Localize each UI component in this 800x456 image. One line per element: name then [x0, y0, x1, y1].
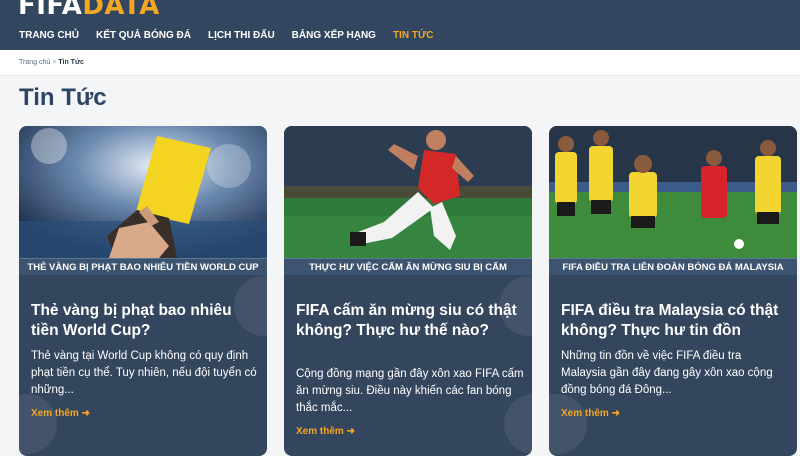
card-title[interactable]: Thẻ vàng bị phạt bao nhiêu tiền World Cu… [31, 301, 259, 341]
card-image-malaysia-match[interactable] [549, 126, 797, 258]
nav-item-home[interactable]: TRANG CHỦ [19, 30, 79, 41]
card-caption: THỰC HƯ VIỆC CẤM ĂN MỪNG SIU BỊ CẤM [284, 258, 532, 275]
breadcrumb-bar: Trang chủ > Tin Tức [0, 50, 800, 76]
page-title: Tin Tức [19, 84, 107, 111]
card-excerpt: Cộng đồng mạng gần đây xôn xao FIFA cấm … [296, 368, 524, 414]
nav-item-results[interactable]: KẾT QUẢ BÓNG ĐÁ [96, 30, 191, 41]
card-image-yellow-card[interactable] [19, 126, 267, 258]
card-caption: THẺ VÀNG BỊ PHẠT BAO NHIÊU TIỀN WORLD CU… [19, 258, 267, 275]
card-title[interactable]: FIFA cấm ăn mừng siu có thật không? Thực… [296, 301, 524, 341]
nav-item-standings[interactable]: BẢNG XẾP HẠNG [292, 30, 376, 41]
news-card[interactable]: THỰC HƯ VIỆC CẤM ĂN MỪNG SIU BỊ CẤM FIFA… [284, 126, 532, 456]
breadcrumb-home-link[interactable]: Trang chủ [19, 59, 50, 66]
nav-item-news[interactable]: TIN TỨC [393, 30, 434, 41]
breadcrumb-separator: > [52, 59, 57, 66]
news-card[interactable]: THẺ VÀNG BỊ PHẠT BAO NHIÊU TIỀN WORLD CU… [19, 126, 267, 456]
card-title[interactable]: FIFA điều tra Malaysia có thật không? Th… [561, 301, 789, 341]
breadcrumb-current: Tin Tức [58, 59, 84, 66]
nav-item-schedule[interactable]: LỊCH THI ĐẤU [208, 30, 275, 41]
read-more-link[interactable]: Xem thêm ➜ [561, 408, 620, 419]
card-excerpt: Thẻ vàng tại World Cup không có quy định… [31, 350, 257, 396]
card-excerpt: Những tin đồn về việc FIFA điều tra Mala… [561, 350, 773, 396]
decorative-circle [549, 394, 587, 454]
card-caption: FIFA ĐIỀU TRA LIÊN ĐOÀN BÓNG ĐÁ MALAYSIA [549, 258, 797, 275]
card-image-siu-celebration[interactable] [284, 126, 532, 258]
decorative-circle [19, 394, 57, 454]
read-more-link[interactable]: Xem thêm ➜ [296, 426, 355, 437]
news-card[interactable]: FIFA ĐIỀU TRA LIÊN ĐOÀN BÓNG ĐÁ MALAYSIA… [549, 126, 797, 456]
site-logo[interactable]: FIFADATA [18, 0, 160, 21]
read-more-link[interactable]: Xem thêm ➜ [31, 408, 90, 419]
breadcrumb: Trang chủ > Tin Tức [19, 59, 84, 66]
site-header: FIFADATA TRANG CHỦ KẾT QUẢ BÓNG ĐÁ LỊCH … [0, 0, 800, 50]
main-nav: TRANG CHỦ KẾT QUẢ BÓNG ĐÁ LỊCH THI ĐẤU B… [19, 30, 450, 41]
